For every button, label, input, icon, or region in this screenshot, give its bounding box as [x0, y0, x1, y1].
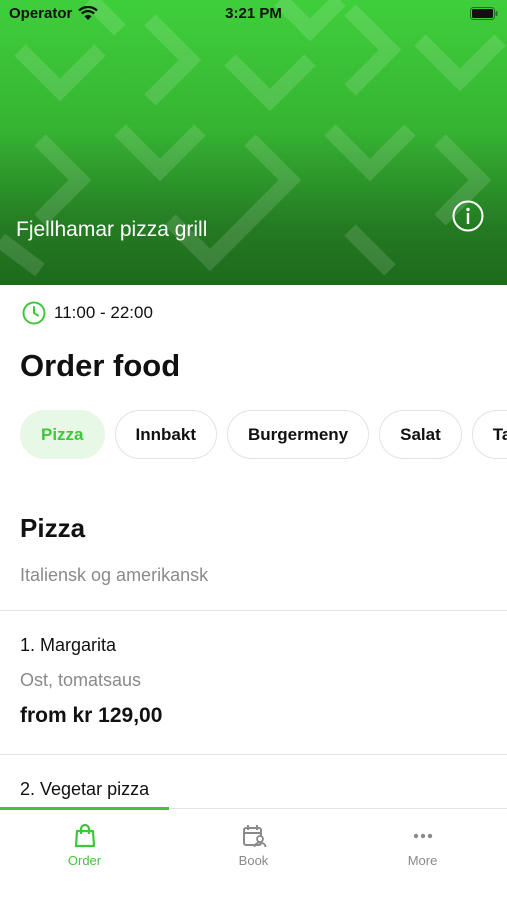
more-dots-icon	[413, 833, 433, 839]
tab-bar: Order Book More	[0, 807, 507, 900]
menu-item[interactable]: 1. Margarita Ost, tomatsaus from kr 129,…	[0, 611, 507, 754]
opening-hours-text: 11:00 - 22:00	[54, 303, 153, 322]
tab-label: Order	[67, 853, 102, 868]
menu-item-price: from kr 129,00	[20, 704, 163, 727]
opening-hours: 11:00 - 22:00	[22, 301, 153, 325]
status-time: 3:21 PM	[225, 5, 282, 22]
info-icon[interactable]	[452, 200, 484, 232]
calendar-person-icon	[243, 825, 267, 848]
menu-item-name: 2. Vegetar pizza	[20, 779, 150, 799]
restaurant-name: Fjellhamar pizza grill	[16, 218, 208, 241]
tab-more[interactable]: More	[338, 809, 507, 879]
category-chip-innbakt[interactable]: Innbakt	[114, 410, 217, 459]
clock-icon	[22, 301, 46, 325]
hero-pattern	[0, 0, 506, 277]
battery-icon	[470, 7, 498, 20]
category-chip-partial[interactable]: Ta	[471, 410, 507, 459]
hero-banner: Operator 3:21 PM Fjellhamar pizza grill	[0, 0, 507, 285]
menu-item[interactable]: 2. Vegetar pizza	[0, 755, 507, 808]
tab-book[interactable]: Book	[169, 809, 338, 879]
category-chip-salat[interactable]: Salat	[379, 410, 462, 459]
page-title: Order food	[20, 348, 181, 383]
status-bar: Operator 3:21 PM	[0, 0, 507, 28]
category-chip-burgermeny[interactable]: Burgermeny	[226, 410, 370, 459]
menu-item-name: 1. Margarita	[20, 635, 117, 655]
category-chip-pizza[interactable]: Pizza	[20, 410, 105, 459]
tab-order[interactable]: Order	[0, 809, 169, 879]
shopping-bag-icon	[74, 823, 96, 848]
tab-label: More	[407, 853, 438, 868]
tab-label: Book	[238, 853, 269, 868]
section-subtitle: Italiensk og amerikansk	[20, 565, 209, 585]
category-chips: Pizza Innbakt Burgermeny Salat Ta	[20, 410, 507, 459]
menu-item-description: Ost, tomatsaus	[20, 670, 142, 690]
section-title: Pizza	[20, 513, 86, 543]
